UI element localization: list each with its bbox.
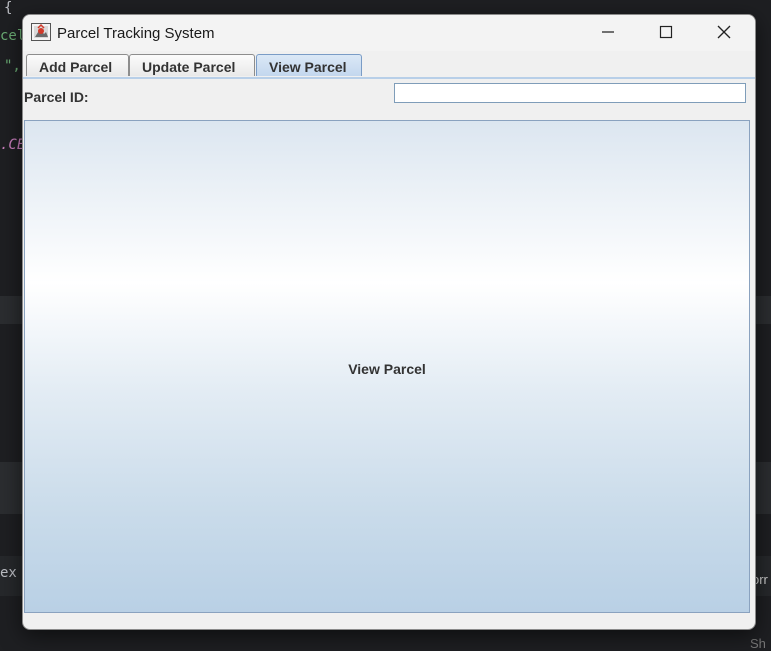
maximize-button[interactable]	[637, 15, 695, 49]
maximize-icon	[659, 25, 673, 39]
window-title: Parcel Tracking System	[57, 25, 215, 42]
parcel-id-row: Parcel ID:	[23, 79, 755, 119]
parcel-id-label: Parcel ID:	[24, 89, 89, 105]
tab-bar: Add Parcel Update Parcel View Parcel	[23, 53, 755, 79]
tab-view-parcel[interactable]: View Parcel	[256, 54, 362, 76]
tab-update-parcel[interactable]: Update Parcel	[129, 54, 255, 76]
close-icon	[717, 25, 731, 39]
tab-add-parcel[interactable]: Add Parcel	[26, 54, 129, 76]
parcel-id-input[interactable]	[394, 83, 746, 103]
title-bar[interactable]: Parcel Tracking System	[23, 15, 755, 51]
app-window: Parcel Tracking System Add Parcel Update…	[22, 14, 756, 630]
panel-title: View Parcel	[348, 361, 426, 377]
view-parcel-panel: View Parcel	[24, 120, 750, 613]
minimize-button[interactable]	[579, 15, 637, 49]
code-text: ex	[0, 565, 17, 581]
minimize-icon	[602, 31, 614, 33]
code-text: ",	[4, 58, 21, 74]
close-button[interactable]	[695, 15, 753, 49]
app-icon	[31, 23, 51, 41]
code-text: {	[4, 0, 13, 16]
